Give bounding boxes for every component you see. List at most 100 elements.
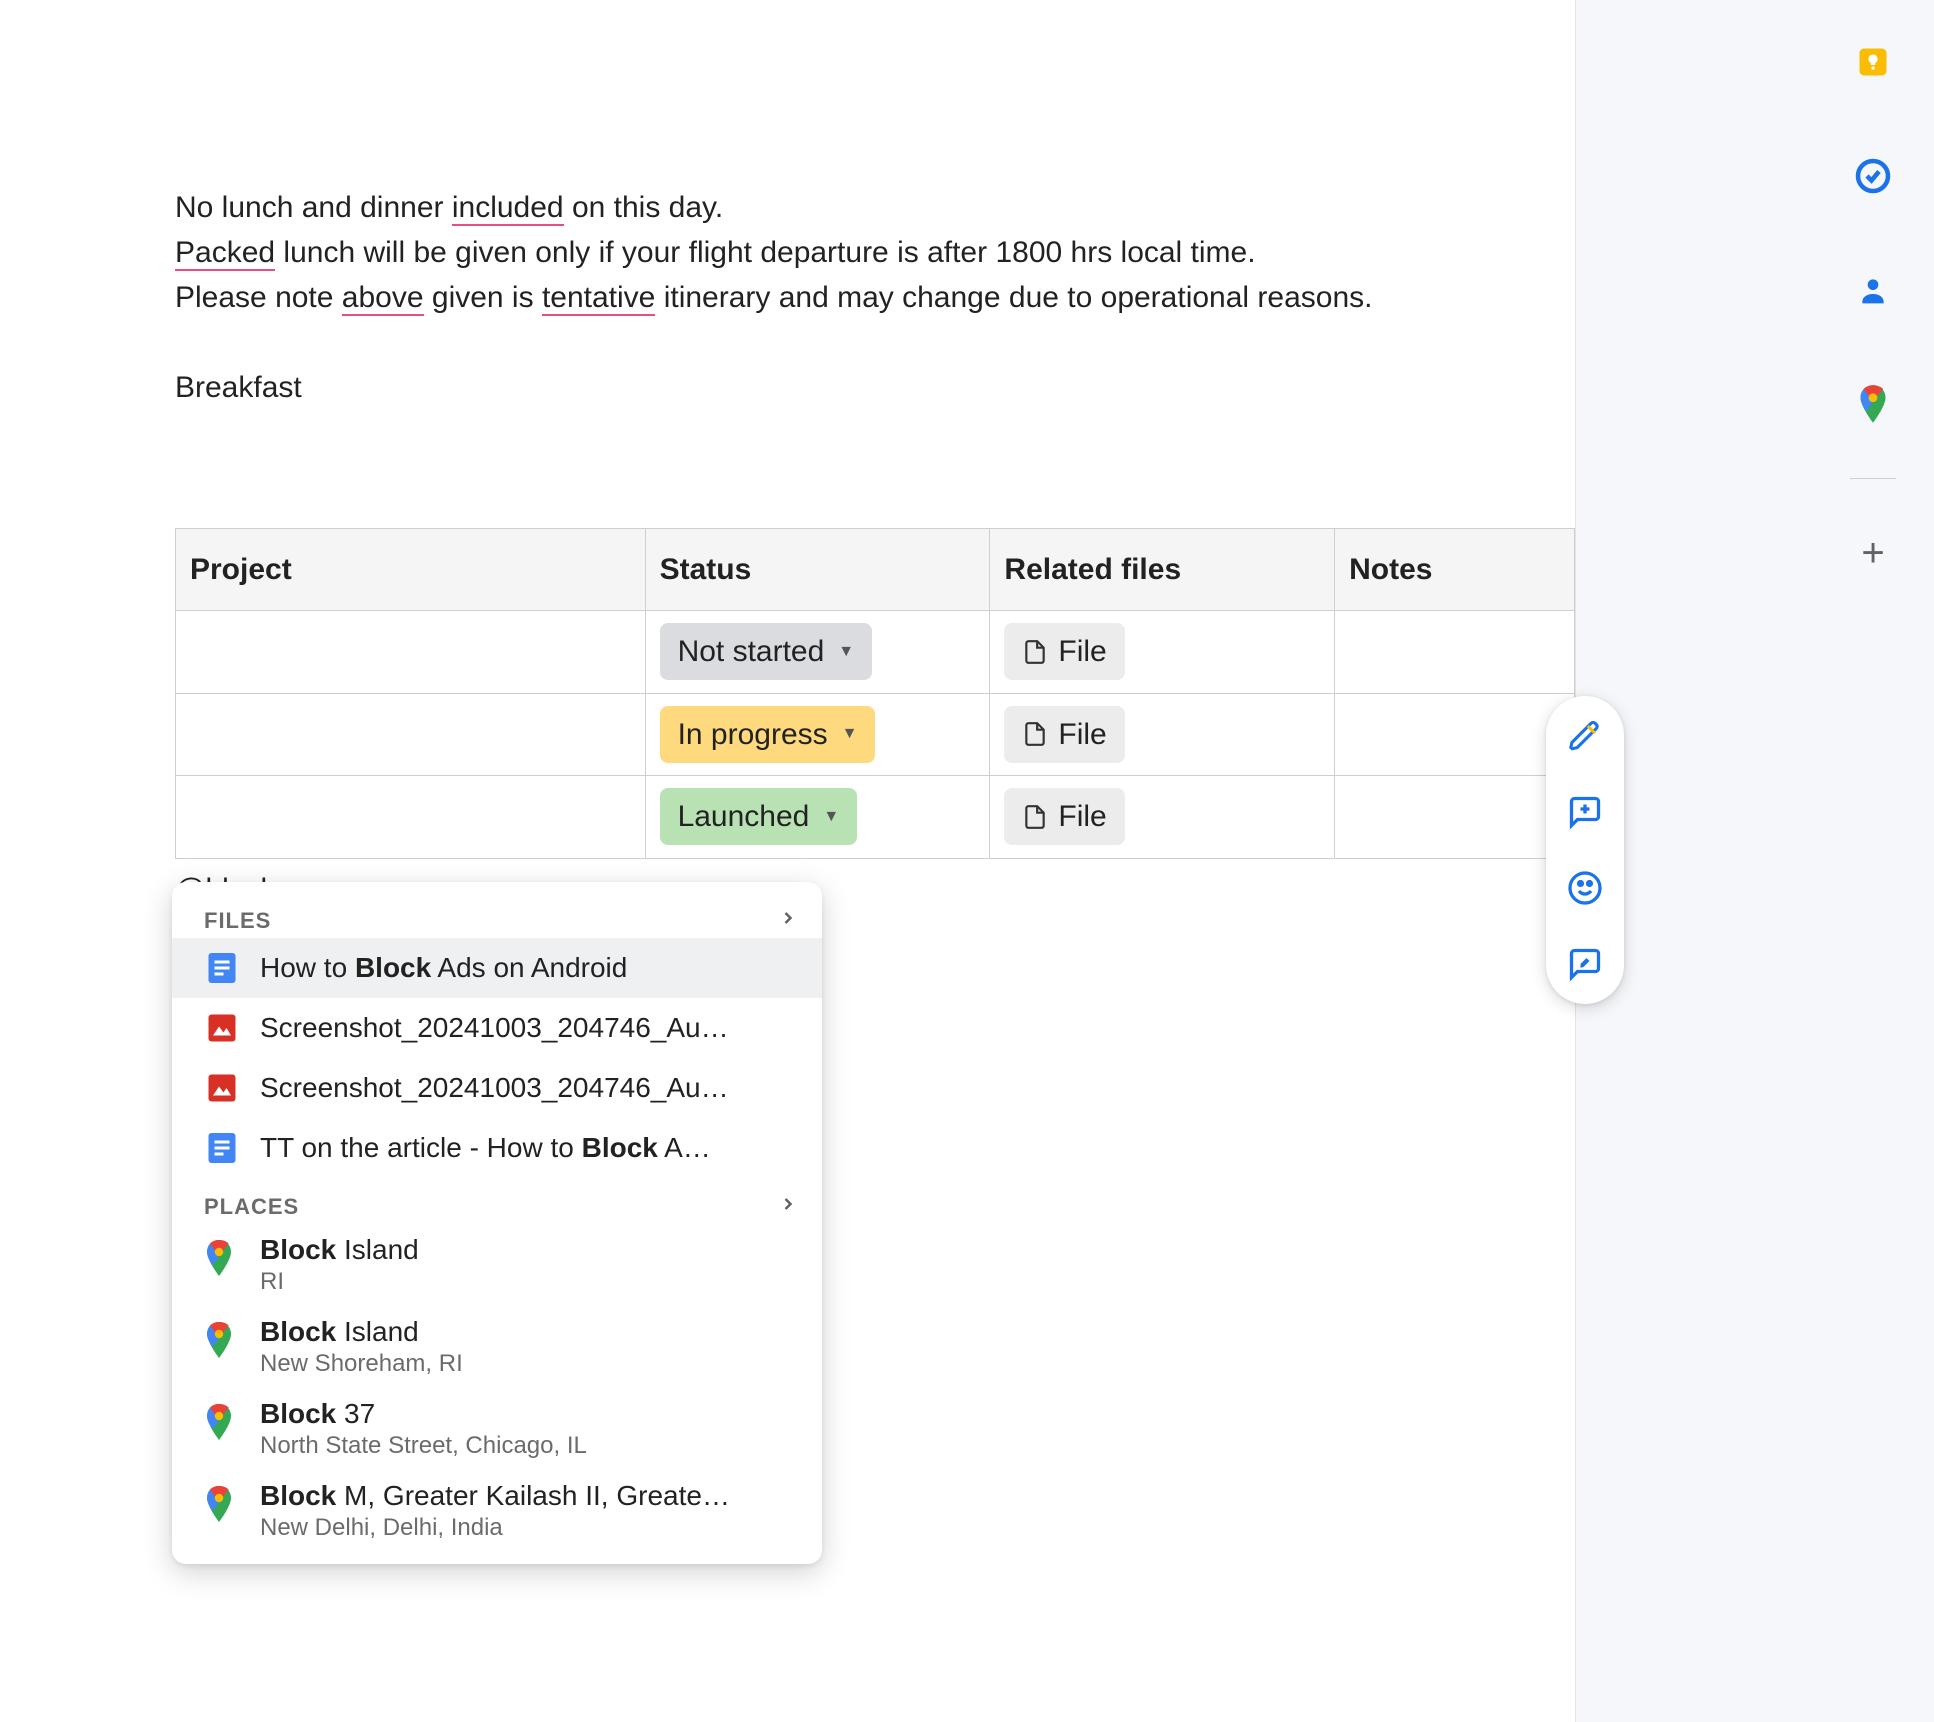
column-header-status[interactable]: Status	[645, 529, 990, 611]
suggestion-text: Screenshot_20241003_204746_Au…	[260, 1012, 798, 1044]
paragraph-3[interactable]: Please note above given is tentative iti…	[175, 275, 1575, 320]
suggestion-item-place[interactable]: Block M, Greater Kailash II, Greate… New…	[172, 1470, 822, 1552]
spellcheck-underline[interactable]: included	[452, 191, 564, 226]
side-panel-rail: +	[1850, 42, 1896, 573]
cell-project[interactable]	[176, 776, 646, 859]
maps-pin-icon	[204, 1322, 240, 1358]
file-icon	[1022, 718, 1048, 750]
place-subtitle: New Delhi, Delhi, India	[260, 1514, 730, 1542]
status-chip-not-started[interactable]: Not started ▼	[660, 623, 873, 680]
text: given is	[424, 281, 542, 314]
file-chip-label: File	[1058, 794, 1106, 839]
section-label: PLACES	[204, 1194, 299, 1220]
maps-pin-icon	[204, 1404, 240, 1440]
column-header-notes[interactable]: Notes	[1335, 529, 1575, 611]
cell-related-files[interactable]: File	[990, 693, 1335, 776]
maps-pin-icon	[204, 1486, 240, 1522]
floating-margin-toolbar	[1546, 696, 1624, 1004]
suggestion-item-file[interactable]: TT on the article - How to Block A…	[172, 1118, 822, 1178]
suggest-edits-icon[interactable]	[1567, 946, 1603, 982]
place-title: Block M, Greater Kailash II, Greate…	[260, 1480, 730, 1512]
tasks-icon[interactable]	[1853, 156, 1893, 196]
column-header-project[interactable]: Project	[176, 529, 646, 611]
text: lunch will be given only if your flight …	[275, 236, 1256, 269]
file-icon	[1022, 801, 1048, 833]
place-subtitle: RI	[260, 1268, 419, 1296]
file-icon	[1022, 636, 1048, 668]
chevron-right-icon	[778, 908, 798, 934]
suggestion-text: TT on the article - How to Block A…	[260, 1132, 798, 1164]
table-row[interactable]: Not started ▼ File	[176, 611, 1575, 694]
keep-icon[interactable]	[1853, 42, 1893, 82]
text: No lunch and dinner	[175, 191, 452, 224]
google-doc-icon	[204, 950, 240, 986]
suggestion-text: How to Block Ads on Android	[260, 952, 798, 984]
cell-notes[interactable]	[1335, 693, 1575, 776]
status-label: Launched	[678, 794, 810, 839]
status-chip-in-progress[interactable]: In progress ▼	[660, 706, 876, 763]
paragraph-2[interactable]: Packed lunch will be given only if your …	[175, 230, 1575, 275]
spellcheck-underline[interactable]: Packed	[175, 236, 275, 271]
paragraph-1[interactable]: No lunch and dinner included on this day…	[175, 185, 1575, 230]
file-chip[interactable]: File	[1004, 788, 1124, 845]
cell-status[interactable]: Launched ▼	[645, 776, 990, 859]
suggestion-item-place[interactable]: Block Island RI	[172, 1224, 822, 1306]
chevron-down-icon: ▼	[838, 640, 854, 664]
suggestion-item-place[interactable]: Block Island New Shoreham, RI	[172, 1306, 822, 1388]
text: on this day.	[564, 191, 724, 224]
image-file-icon	[204, 1070, 240, 1106]
suggestion-text: Screenshot_20241003_204746_Au…	[260, 1072, 798, 1104]
chevron-right-icon	[778, 1194, 798, 1220]
place-subtitle: New Shoreham, RI	[260, 1350, 463, 1378]
google-doc-icon	[204, 1130, 240, 1166]
cell-related-files[interactable]: File	[990, 611, 1335, 694]
image-file-icon	[204, 1010, 240, 1046]
table-row[interactable]: Launched ▼ File	[176, 776, 1575, 859]
smart-chips-suggestion-popup[interactable]: FILES How to Block Ads on Android Screen…	[172, 882, 822, 1564]
paragraph-4[interactable]: Breakfast	[175, 365, 1575, 410]
cell-project[interactable]	[176, 611, 646, 694]
suggestion-item-file[interactable]: Screenshot_20241003_204746_Au…	[172, 1058, 822, 1118]
popup-section-places[interactable]: PLACES	[172, 1186, 822, 1224]
place-title: Block Island	[260, 1316, 463, 1348]
suggestion-item-file[interactable]: Screenshot_20241003_204746_Au…	[172, 998, 822, 1058]
suggestion-item-file[interactable]: How to Block Ads on Android	[172, 938, 822, 998]
cell-project[interactable]	[176, 693, 646, 776]
plus-icon: +	[1861, 533, 1884, 573]
file-chip-label: File	[1058, 629, 1106, 674]
contacts-icon[interactable]	[1853, 270, 1893, 310]
chevron-down-icon: ▼	[842, 722, 858, 746]
file-chip[interactable]: File	[1004, 623, 1124, 680]
column-header-related[interactable]: Related files	[990, 529, 1335, 611]
popup-section-files[interactable]: FILES	[172, 900, 822, 938]
rail-separator	[1850, 478, 1896, 479]
place-title: Block 37	[260, 1398, 587, 1430]
cell-notes[interactable]	[1335, 776, 1575, 859]
spellcheck-underline[interactable]: tentative	[542, 281, 655, 316]
emoji-icon[interactable]	[1567, 870, 1603, 906]
place-title: Block Island	[260, 1234, 419, 1266]
chevron-down-icon: ▼	[823, 805, 839, 829]
maps-icon[interactable]	[1853, 384, 1893, 424]
cell-related-files[interactable]: File	[990, 776, 1335, 859]
maps-pin-icon	[204, 1240, 240, 1276]
file-chip[interactable]: File	[1004, 706, 1124, 763]
text: Please note	[175, 281, 342, 314]
status-label: In progress	[678, 712, 828, 757]
section-label: FILES	[204, 908, 271, 934]
status-label: Not started	[678, 629, 825, 674]
table-row[interactable]: In progress ▼ File	[176, 693, 1575, 776]
status-chip-launched[interactable]: Launched ▼	[660, 788, 858, 845]
cell-status[interactable]: In progress ▼	[645, 693, 990, 776]
suggestion-item-place[interactable]: Block 37 North State Street, Chicago, IL	[172, 1388, 822, 1470]
cell-notes[interactable]	[1335, 611, 1575, 694]
project-tracker-table[interactable]: Project Status Related files Notes Not s…	[175, 528, 1575, 859]
add-addon-icon[interactable]: +	[1853, 533, 1893, 573]
blank-line	[175, 320, 1575, 365]
document-body[interactable]: No lunch and dinner included on this day…	[175, 185, 1575, 912]
spellcheck-underline[interactable]: above	[342, 281, 424, 316]
add-comment-icon[interactable]	[1567, 794, 1603, 830]
cell-status[interactable]: Not started ▼	[645, 611, 990, 694]
text: itinerary and may change due to operatio…	[655, 281, 1372, 314]
pencil-icon[interactable]	[1567, 718, 1603, 754]
